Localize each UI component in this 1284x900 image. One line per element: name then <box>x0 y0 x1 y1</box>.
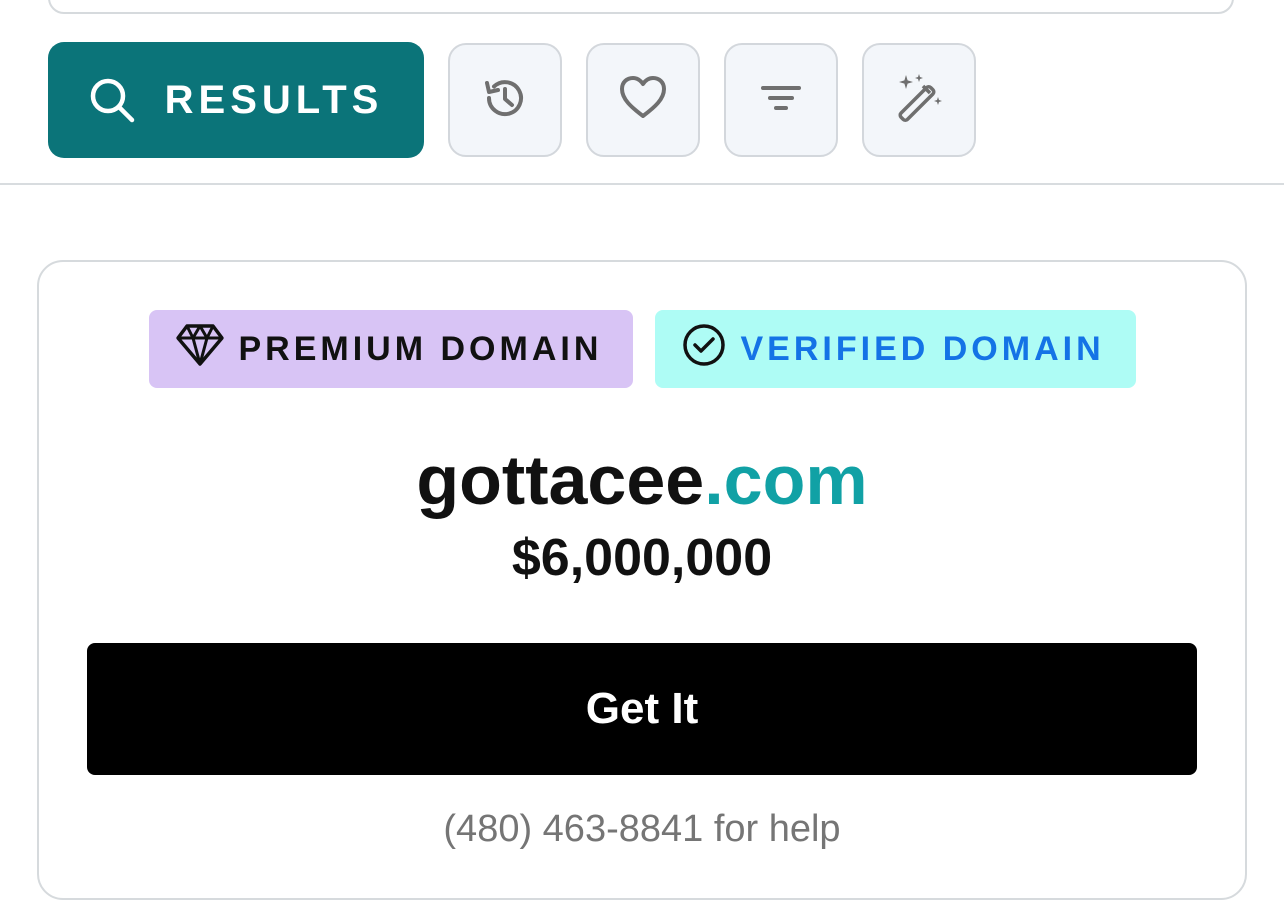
premium-badge-label: PREMIUM DOMAIN <box>238 329 603 368</box>
toolbar-divider <box>0 183 1284 185</box>
magic-wand-icon <box>892 71 946 130</box>
help-text: (480) 463-8841 for help <box>39 808 1245 851</box>
favorites-button[interactable] <box>586 43 700 157</box>
premium-badge: PREMIUM DOMAIN <box>148 310 633 388</box>
domain-result-card: PREMIUM DOMAIN VERIFIED DOMAIN gottacee.… <box>37 260 1247 900</box>
diamond-icon <box>175 323 225 376</box>
get-it-button[interactable]: Get It <box>87 643 1197 775</box>
domain-tld: .com <box>704 441 868 519</box>
history-icon <box>481 74 529 127</box>
verified-badge: VERIFIED DOMAIN <box>654 310 1136 388</box>
domain-price: $6,000,000 <box>511 529 773 587</box>
filter-button[interactable] <box>724 43 838 157</box>
heart-icon <box>617 74 669 127</box>
badge-row: PREMIUM DOMAIN VERIFIED DOMAIN <box>39 310 1245 388</box>
search-field[interactable] <box>48 0 1234 14</box>
filter-icon <box>759 80 803 121</box>
domain-name: gottacee.com <box>39 440 1245 520</box>
help-phone-link[interactable]: (480) 463-8841 <box>443 808 703 850</box>
search-icon <box>89 77 135 123</box>
check-circle-icon <box>681 322 727 377</box>
verified-badge-label: VERIFIED DOMAIN <box>740 329 1105 368</box>
ai-suggest-button[interactable] <box>862 43 976 157</box>
help-suffix: for help <box>703 808 841 850</box>
domain-sld: gottacee <box>416 441 705 519</box>
results-label: RESULTS <box>164 77 384 122</box>
results-toolbar: RESULTS <box>48 42 976 158</box>
results-button[interactable]: RESULTS <box>48 42 424 158</box>
history-button[interactable] <box>448 43 562 157</box>
